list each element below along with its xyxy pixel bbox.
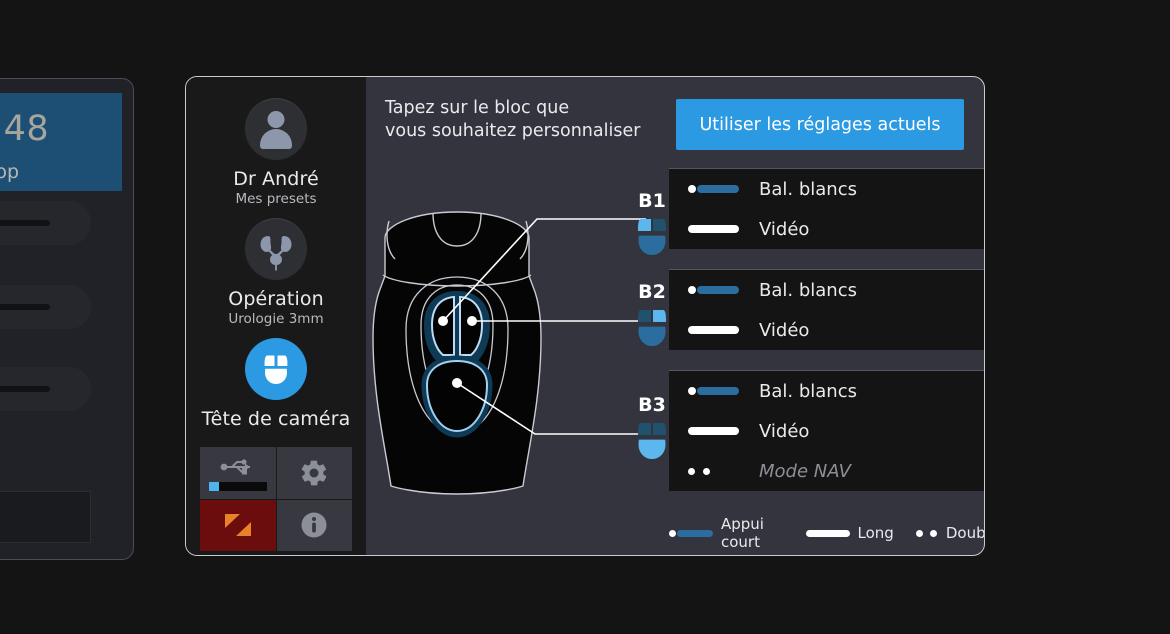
legend-item-long: Long [805,524,894,542]
screen: 00:48 Stop Dr André Mes presets [0,0,1170,634]
settings-button[interactable] [276,447,352,499]
block-icon-b2 [636,306,668,352]
user-name: Dr André [233,168,319,190]
camera-head-diagram[interactable] [371,197,646,555]
block-row[interactable]: Vidéo [669,310,984,350]
prompt-line-2: vous souhaitez personnaliser [385,120,641,141]
short-press-icon [688,184,739,195]
block-card-b2[interactable]: Bal. blancs Vidéo [669,269,984,350]
background-row [0,201,91,245]
block-row[interactable]: Bal. blancs [669,270,984,310]
press-legend: Appui court Long Double [669,515,985,551]
gear-icon [301,460,327,486]
camera-head-avatar [245,338,307,400]
row-label: Vidéo [759,420,810,442]
long-press-icon [805,528,850,539]
row-label: Mode NAV [759,460,851,482]
block-row[interactable]: Vidéo [669,209,984,249]
user-subtitle: Mes presets [235,191,317,207]
legend-label: Double [945,524,985,542]
operation-name: Opération [228,288,324,310]
right-panel: Utiliser les réglages actuels B1 Bal. bl… [637,77,985,555]
short-press-icon [688,285,739,296]
background-timer: 00:48 Stop [0,93,122,191]
legend-item-double: Double [915,524,985,542]
timer-stop-label: Stop [0,161,20,183]
double-press-icon [915,528,938,539]
contrast-icon [224,514,251,537]
row-label: Vidéo [759,319,810,341]
long-press-icon [688,426,739,437]
block-card-b3[interactable]: Bal. blancs Vidéo Mode NAV [669,370,984,491]
short-press-icon [688,386,739,397]
block-card-b1[interactable]: Bal. blancs Vidéo [669,168,984,249]
prompt-line-1: Tapez sur le bloc que [385,98,570,118]
block-row[interactable]: Mode NAV [669,451,984,491]
background-row [0,285,91,329]
avatar [245,98,307,160]
sidebar-item-operation[interactable]: Opération Urologie 3mm [186,218,366,327]
block-icon-b1 [636,215,668,261]
background-box [0,491,91,543]
block-row[interactable]: Bal. blancs [669,371,984,411]
sidebar-item-camera-head[interactable]: Tête de caméra [186,338,366,430]
usb-icon [220,459,250,475]
customize-buttons-dialog: Dr André Mes presets Opération Urologie … [185,76,985,556]
sidebar-item-user[interactable]: Dr André Mes presets [186,98,366,207]
row-label: Bal. blancs [759,178,857,200]
operation-avatar [245,218,307,280]
legend-label: Appui court [721,515,764,551]
tool-grid [200,447,352,551]
use-current-settings-button[interactable]: Utiliser les réglages actuels [676,99,964,150]
info-button[interactable] [276,499,352,551]
operation-subtitle: Urologie 3mm [228,311,324,327]
legend-item-short: Appui court [669,515,784,551]
usb-progress-bar [209,481,267,491]
block-row[interactable]: Vidéo [669,411,984,451]
timer-value: 00:48 [0,109,50,149]
double-press-icon [688,466,739,477]
block-row[interactable]: Bal. blancs [669,169,984,209]
row-label: Bal. blancs [759,380,857,402]
kidney-icon [260,236,292,271]
long-press-icon [688,224,739,235]
background-row [0,367,91,411]
camera-head-name: Tête de caméra [201,408,351,430]
contrast-button[interactable] [200,499,276,551]
row-label: Vidéo [759,218,810,240]
usb-button[interactable] [200,447,276,499]
info-icon [301,512,327,538]
short-press-icon [669,528,713,539]
center-panel: Tapez sur le bloc que vous souhaitez per… [366,77,646,555]
row-label: Bal. blancs [759,279,857,301]
block-icon-b3 [636,419,668,465]
sidebar: Dr André Mes presets Opération Urologie … [186,77,366,555]
legend-label: Long [857,524,894,542]
background-panel: 00:48 Stop [0,78,134,560]
long-press-icon [688,325,739,336]
prompt-text: Tapez sur le bloc que vous souhaitez per… [385,97,645,143]
camera-head-icon [264,355,288,384]
person-icon [267,111,285,128]
